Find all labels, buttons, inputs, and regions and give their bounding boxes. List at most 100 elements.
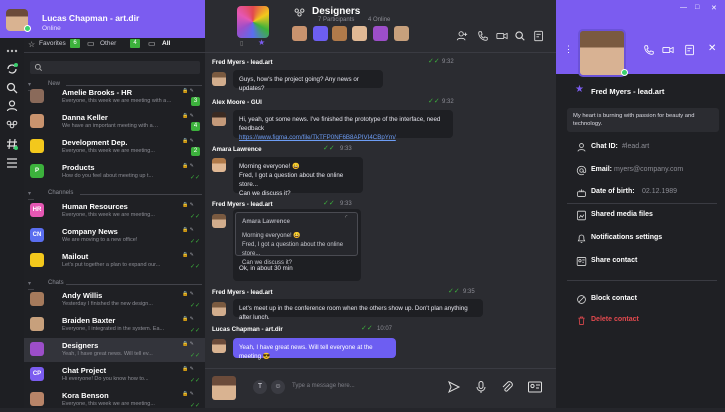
chat-status-icons: 🔒 ✎ <box>182 227 194 233</box>
chat-id-value[interactable]: #lead.art <box>622 143 649 150</box>
message-sender[interactable]: Fred Myers - lead.art <box>212 201 273 208</box>
bell-settings-icon <box>577 234 586 243</box>
search-icon[interactable] <box>514 30 526 42</box>
message-bubble: Hi, yeah, got some news. I've finished t… <box>233 110 453 141</box>
message-avatar[interactable] <box>212 72 226 86</box>
message-input[interactable]: Type a message here... <box>290 378 440 396</box>
message-read-icon: ✓✓ <box>448 288 460 295</box>
profile-avatar[interactable] <box>578 29 626 77</box>
message-sender[interactable]: Lucas Chapman - art.dir <box>212 326 283 333</box>
contacts-icon[interactable] <box>5 99 19 113</box>
sync-chats-icon[interactable] <box>5 62 19 76</box>
search-icon[interactable] <box>5 81 19 95</box>
member-avatar[interactable] <box>292 26 307 41</box>
profile-menu-icon[interactable]: ⋮ <box>564 44 573 55</box>
group-options-icon[interactable]: ▯ <box>240 40 243 47</box>
other-icon[interactable]: ▭ <box>87 39 95 48</box>
call-icon[interactable] <box>477 30 489 42</box>
chat-list-item[interactable]: Braiden Baxter Everyone, I integrated in … <box>24 313 205 337</box>
chat-preview: We are moving to a new office! <box>62 237 138 243</box>
message-time: 10:07 <box>377 326 393 332</box>
chat-list-item[interactable]: CP Chat Project Hi everyone! Do you know h… <box>24 363 205 387</box>
chat-name: Company News <box>62 227 118 236</box>
message-bubble: Guys, how's the project going? Any news … <box>233 70 383 92</box>
call-icon[interactable] <box>643 44 655 56</box>
message-sender[interactable]: Amara Lawrence <box>212 146 262 153</box>
read-check-icon: ✓✓ <box>190 378 201 384</box>
message-avatar[interactable] <box>212 302 226 316</box>
message-read-icon: ✓✓ <box>323 200 335 207</box>
attach-icon[interactable] <box>500 380 514 394</box>
account-header[interactable]: Lucas Chapman - art.dir Online <box>0 0 205 38</box>
member-avatar[interactable] <box>373 26 388 41</box>
media-icon <box>577 210 586 221</box>
message-avatar[interactable] <box>212 214 226 228</box>
text-format-button[interactable]: T <box>253 380 267 394</box>
contact-card-icon[interactable] <box>527 380 543 394</box>
message-time: 9:32 <box>442 99 454 105</box>
close-button[interactable]: ✕ <box>711 4 717 12</box>
chat-list-item[interactable]: Mailout Let's put together a plan to expa… <box>24 249 205 273</box>
chat-list-item[interactable]: Andy Willis Yesterday I finished the new … <box>24 288 205 312</box>
video-icon[interactable] <box>662 44 674 56</box>
message-sender[interactable]: Alex Moore - GUI <box>212 99 262 106</box>
search-input[interactable] <box>30 61 200 74</box>
menu-dots-icon[interactable] <box>5 44 19 58</box>
message-sender[interactable]: Fred Myers - lead.art <box>212 289 273 296</box>
member-avatar[interactable] <box>352 26 367 41</box>
chat-list-item[interactable]: CN Company News We are moving to a new off… <box>24 224 205 248</box>
list-settings-icon[interactable] <box>5 156 19 170</box>
unread-badge: 2 <box>191 147 200 156</box>
share-contact-icon <box>576 257 587 266</box>
chat-preview: Everyone, this week we are meeting... <box>62 212 155 218</box>
groups-icon[interactable] <box>5 118 19 132</box>
star-icon[interactable]: ☆ <box>28 40 35 49</box>
message-avatar[interactable] <box>212 112 226 126</box>
message-sender[interactable]: Fred Myers - lead.art <box>212 59 273 66</box>
chat-avatar: CN <box>30 228 44 242</box>
tab-other[interactable]: Other <box>100 40 116 47</box>
chat-list-item[interactable]: Danna Keller We have an important meeting… <box>24 110 205 134</box>
favorite-star-icon[interactable]: ★ <box>258 38 265 47</box>
chat-preview: Yeah, I have great news. Will tell ev... <box>62 351 153 357</box>
tab-favorites[interactable]: Favorites <box>39 40 66 47</box>
quoted-message[interactable]: Amara Lawrence Morning everyone! 😀 Fred,… <box>235 212 358 266</box>
chat-name: Mailout <box>62 252 89 261</box>
figma-link[interactable]: https://www.figma.com/file/TkTFP0NF6B8AP… <box>239 134 396 141</box>
read-check-icon: ✓✓ <box>190 328 201 334</box>
microphone-icon[interactable] <box>474 380 488 394</box>
chat-avatar <box>30 114 44 128</box>
group-avatar[interactable] <box>237 6 269 38</box>
message-avatar[interactable] <box>212 339 226 353</box>
member-avatar[interactable] <box>332 26 347 41</box>
member-avatar[interactable] <box>313 26 328 41</box>
chat-list-item[interactable]: P Products How do you feel about meeting u… <box>24 160 205 184</box>
emoji-button[interactable]: ☺ <box>271 380 285 394</box>
send-icon[interactable] <box>447 380 461 394</box>
chat-avatar: CP <box>30 367 44 381</box>
favorite-star-icon[interactable]: ★ <box>575 84 584 95</box>
composer-avatar[interactable] <box>212 376 236 400</box>
chat-list-item[interactable]: Designers Yeah, I have great news. Will t… <box>24 338 205 362</box>
chat-list-item[interactable]: Amelie Brooks - HR Everyone, this week we… <box>24 85 205 109</box>
composer-divider <box>205 368 556 369</box>
other-count: 4 <box>130 39 140 48</box>
minimize-button[interactable]: — <box>680 4 687 11</box>
profile-info-icon[interactable] <box>684 44 696 56</box>
unread-badge: 3 <box>191 97 200 106</box>
all-chats-icon[interactable]: ▭ <box>148 39 156 48</box>
channels-icon[interactable] <box>5 137 19 151</box>
add-member-icon[interactable] <box>456 30 468 42</box>
member-avatar[interactable] <box>394 26 409 41</box>
email-value[interactable]: myers@company.com <box>614 166 683 173</box>
close-panel-icon[interactable]: ✕ <box>708 43 716 54</box>
chat-name: Chat Project <box>62 366 107 375</box>
tab-all[interactable]: All <box>162 40 170 47</box>
chat-list-item[interactable]: HR Human Resources Everyone, this week we … <box>24 199 205 223</box>
message-avatar[interactable] <box>212 158 226 172</box>
chat-list-item[interactable]: Development Dep. Everyone, this week we a… <box>24 135 205 159</box>
chat-list-item[interactable]: Kora Benson Everyone, this week we are me… <box>24 388 205 412</box>
chat-info-icon[interactable] <box>533 30 545 42</box>
video-icon[interactable] <box>496 30 508 42</box>
maximize-button[interactable]: □ <box>695 4 699 11</box>
